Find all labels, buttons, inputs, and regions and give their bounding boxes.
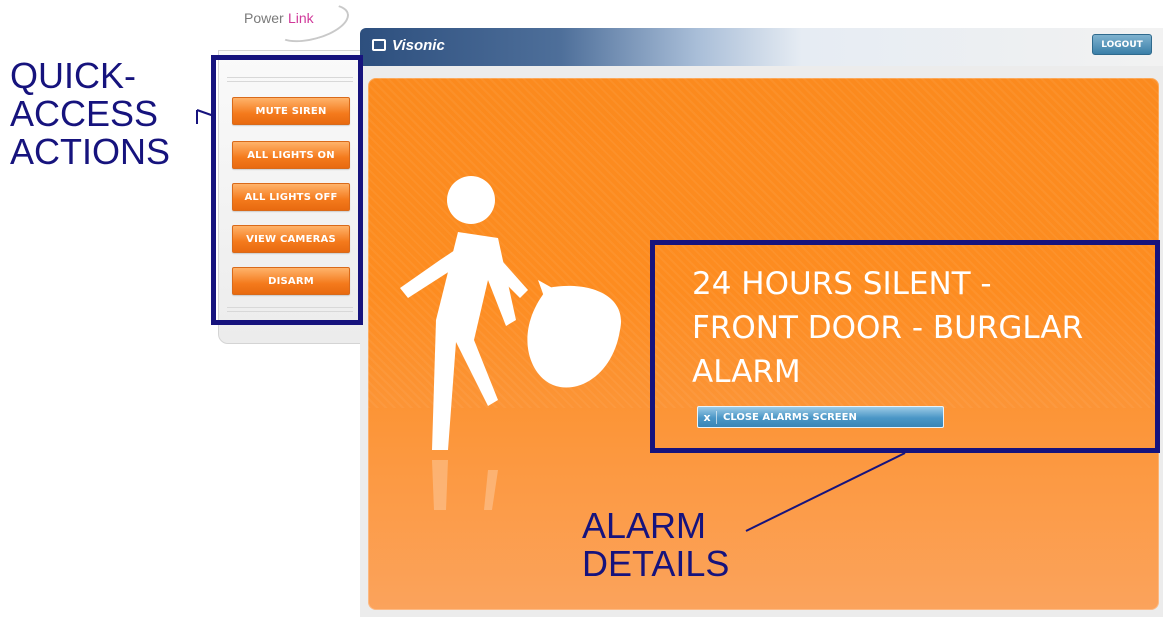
logout-button[interactable]: LOGOUT — [1092, 34, 1152, 55]
alarm-details-annotation: ALARM DETAILS — [582, 507, 729, 583]
quick-access-callout-box — [211, 55, 363, 325]
annotation-line: DETAILS — [582, 543, 730, 584]
annotation-line: ACTIONS — [10, 131, 171, 172]
brand-title: Visonic — [392, 37, 445, 54]
header-bar: Visonic LOGOUT — [360, 28, 1163, 66]
annotation-line: QUICK- — [10, 55, 136, 96]
powerlink-logo: Power Link — [244, 0, 354, 50]
visonic-icon — [372, 39, 386, 51]
logo-swoosh-icon — [270, 0, 354, 50]
quick-access-annotation: QUICK- ACCESS ACTIONS — [10, 57, 170, 171]
alarm-details-callout-box — [650, 240, 1160, 453]
annotation-line: ALARM — [582, 505, 707, 546]
annotation-line: ACCESS — [10, 93, 159, 134]
burglar-icon — [400, 176, 622, 510]
